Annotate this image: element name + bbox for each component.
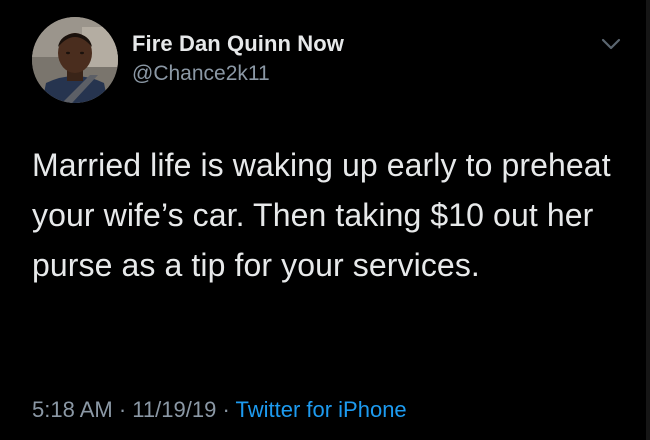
meta-separator: · [222, 397, 230, 422]
chevron-down-icon[interactable] [600, 36, 622, 52]
tweet-source-link[interactable]: Twitter for iPhone [235, 397, 406, 422]
tweet-date[interactable]: 11/19/19 [132, 397, 216, 422]
meta-separator: · [118, 397, 127, 422]
tweet-text: Married life is waking up early to prehe… [32, 147, 611, 283]
display-name[interactable]: Fire Dan Quinn Now [132, 30, 344, 58]
tweet-time[interactable]: 5:18 AM [32, 397, 113, 422]
tweet-card: Fire Dan Quinn Now @Chance2k11 Married l… [0, 0, 650, 440]
tweet-meta: 5:18 AM · 11/19/19 · Twitter for iPhone [32, 396, 407, 424]
profile-photo-icon [32, 17, 118, 103]
author-block: Fire Dan Quinn Now @Chance2k11 [132, 30, 344, 88]
handle[interactable]: @Chance2k11 [132, 60, 344, 88]
avatar[interactable] [32, 17, 118, 103]
scrollbar-track [646, 0, 650, 440]
